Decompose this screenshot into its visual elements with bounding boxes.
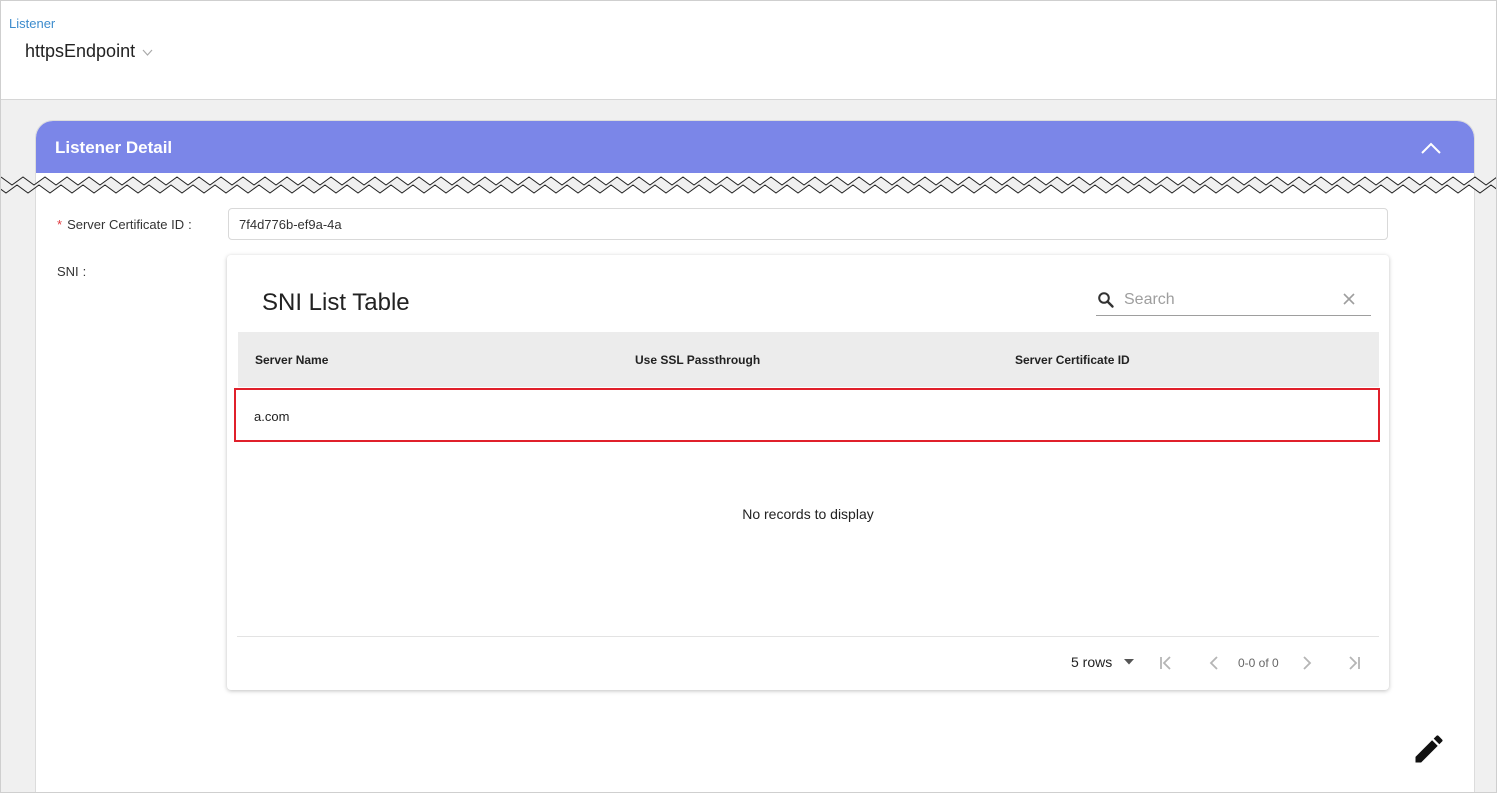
search-box — [1096, 285, 1371, 316]
table-row[interactable]: a.com — [234, 388, 1380, 442]
listener-selector[interactable]: httpsEndpoint — [25, 41, 153, 62]
breadcrumb-listener[interactable]: Listener — [9, 16, 55, 31]
column-header-use-ssl-passthrough[interactable]: Use SSL Passthrough — [635, 353, 760, 367]
search-icon — [1098, 292, 1114, 308]
sni-list-table: SNI List Table Server Name Use SSL Passt… — [227, 255, 1389, 690]
previous-page-icon[interactable] — [1205, 654, 1223, 672]
rows-per-page-select[interactable]: 5 rows — [1071, 654, 1135, 670]
search-input[interactable] — [1124, 288, 1334, 312]
first-page-icon[interactable] — [1157, 654, 1175, 672]
chevron-down-icon — [142, 49, 153, 56]
page-info: 0-0 of 0 — [1238, 656, 1279, 670]
column-header-server-certificate-id[interactable]: Server Certificate ID — [1015, 353, 1130, 367]
server-certificate-id-label: * Server Certificate ID: — [57, 217, 192, 232]
listener-selector-value: httpsEndpoint — [25, 41, 136, 61]
sni-label: SNI: — [57, 264, 87, 279]
rows-per-page-value: 5 rows — [1071, 654, 1113, 670]
server-certificate-id-input[interactable] — [228, 208, 1388, 240]
card-header: Listener Detail — [36, 121, 1474, 173]
table-header: Server Name Use SSL Passthrough Server C… — [238, 332, 1379, 387]
chevron-up-icon[interactable] — [1418, 135, 1444, 161]
cell-server-name: a.com — [254, 409, 290, 424]
card-title: Listener Detail — [55, 138, 173, 157]
empty-message: No records to display — [742, 506, 874, 522]
next-page-icon[interactable] — [1298, 654, 1316, 672]
top-header: Listener httpsEndpoint — [1, 1, 1496, 100]
close-icon[interactable] — [1342, 292, 1356, 306]
app-frame: Listener httpsEndpoint Listener Detail *… — [0, 0, 1497, 793]
column-header-server-name[interactable]: Server Name — [255, 353, 328, 367]
table-footer-divider — [237, 636, 1379, 637]
last-page-icon[interactable] — [1345, 654, 1363, 672]
caret-down-icon — [1124, 659, 1135, 665]
required-mark: * — [57, 217, 63, 232]
pencil-icon[interactable] — [1411, 731, 1447, 767]
torn-edge-divider — [1, 176, 1496, 194]
table-title: SNI List Table — [262, 289, 410, 316]
